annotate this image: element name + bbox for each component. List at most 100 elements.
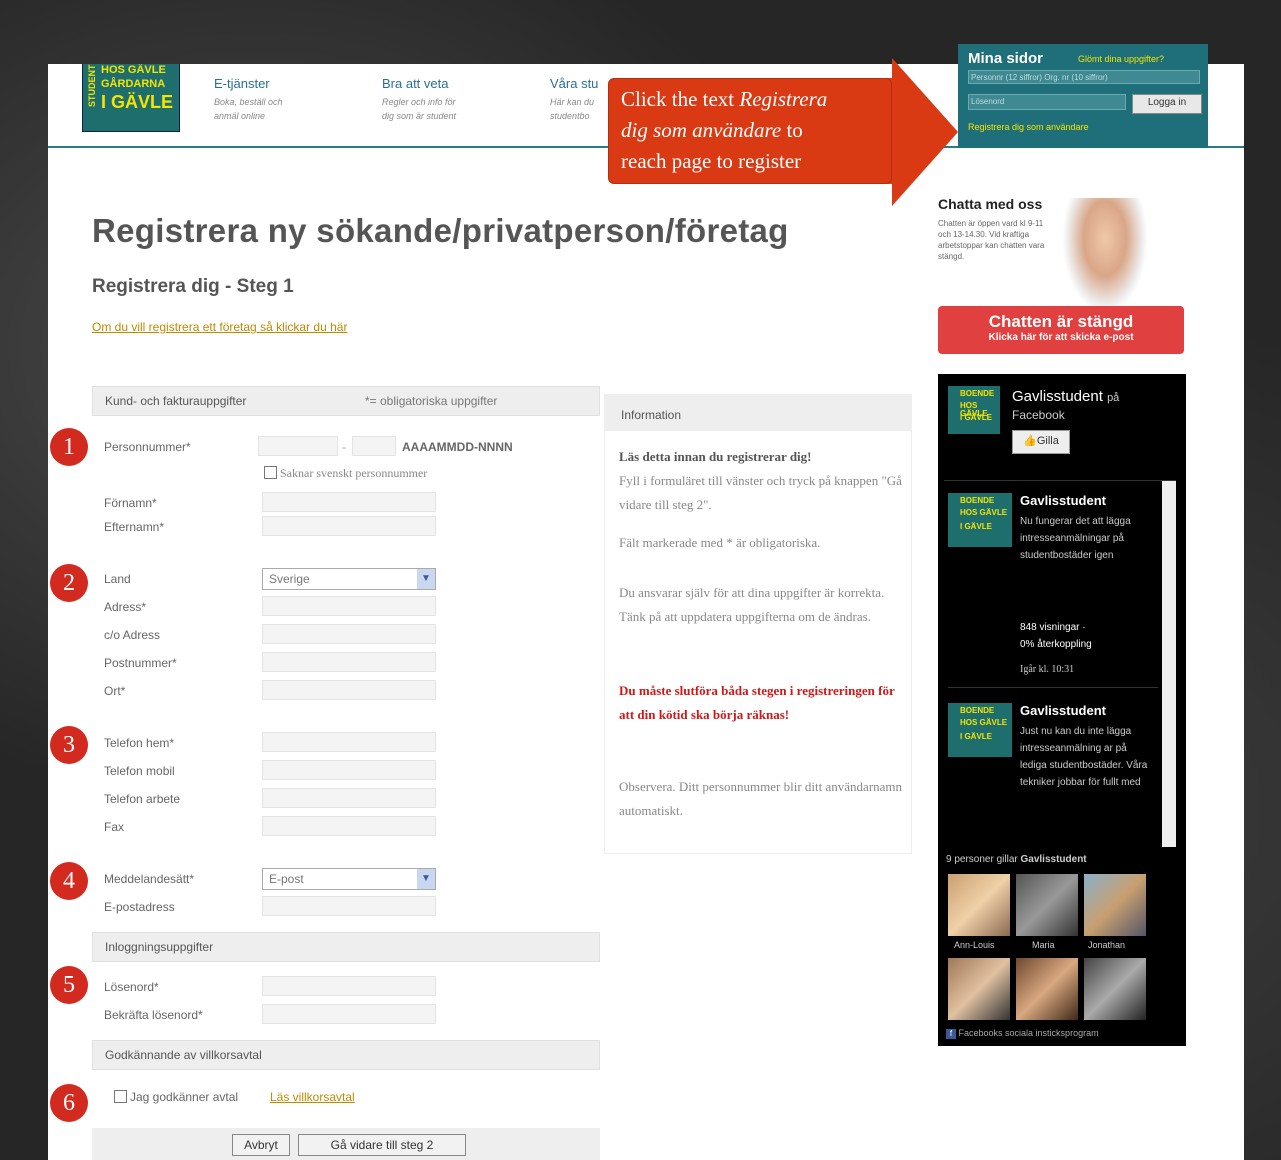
section-terms: Godkännande av villkorsavtal — [92, 1040, 600, 1070]
password-input[interactable]: Lösenord — [968, 94, 1126, 110]
terms-link[interactable]: Läs villkorsavtal — [270, 1090, 355, 1104]
losenord-input[interactable] — [262, 976, 436, 996]
fb-facebook-label: Facebook — [1012, 408, 1065, 422]
info-warning: Du måste slutföra båda stegen i registre… — [619, 683, 895, 722]
fb-page-name-text: Gavlisstudent — [1012, 388, 1103, 405]
info-header-label: Information — [621, 408, 682, 422]
student-boende-logo[interactable]: STUDENT BOENDE HOS GÄVLE GÅRDARNA I GÄVL… — [82, 64, 180, 132]
fax-input[interactable] — [262, 816, 436, 836]
fb-fan-photo[interactable] — [948, 874, 1010, 936]
step-marker: 2 — [50, 564, 88, 602]
fb-feed[interactable]: BOENDE HOS GÄVLE I GÄVLE Gavlisstudent N… — [944, 480, 1176, 847]
postnummer-input[interactable] — [262, 652, 436, 672]
logo-line: I GÄVLE — [960, 413, 993, 422]
section-title: Inloggningsuppgifter — [105, 940, 214, 954]
fornamn-label: Förnamn* — [104, 496, 157, 510]
telefon-mobil-label: Telefon mobil — [104, 764, 175, 778]
fb-likes-text: 9 personer gillar — [946, 854, 1018, 865]
dash: - — [342, 440, 346, 454]
facebook-widget: BOENDE HOS GÄVLE I GÄVLE Gavlisstudent p… — [938, 374, 1186, 1046]
fb-page-name[interactable]: Gavlisstudent på — [1012, 388, 1119, 405]
chevron-down-icon[interactable]: ▼ — [417, 569, 435, 589]
telefon-arbete-input[interactable] — [262, 788, 436, 808]
meddelandesatt-label: Meddelandesätt* — [104, 872, 195, 886]
ort-input[interactable] — [262, 680, 436, 700]
fb-post: BOENDE HOS GÄVLE I GÄVLE Gavlisstudent J… — [948, 703, 1158, 847]
fb-feed-scrollbar[interactable] — [1162, 481, 1176, 847]
epost-label: E-postadress — [104, 900, 175, 914]
section-login: Inloggningsuppgifter — [92, 932, 600, 962]
cancel-button[interactable]: Avbryt — [232, 1134, 290, 1156]
fb-plugin-footer[interactable]: f Facebooks sociala insticksprogram — [946, 1028, 1099, 1039]
bekrafta-losenord-input[interactable] — [262, 1004, 436, 1024]
step-marker: 1 — [50, 428, 88, 466]
nav-e-tjanster[interactable]: E-tjänster Boka, beställ och anmäl onlin… — [214, 76, 283, 123]
adress-input[interactable] — [262, 596, 436, 616]
telefon-hem-label: Telefon hem* — [104, 736, 175, 750]
fb-fan-name[interactable]: Ann-Louis — [954, 940, 995, 950]
fb-fan-photo[interactable] — [1084, 958, 1146, 1020]
forgot-link[interactable]: Glömt dina uppgifter? — [1078, 54, 1164, 64]
personnummer-date-input[interactable] — [258, 436, 338, 456]
fb-fan-photo[interactable] — [1016, 958, 1078, 1020]
fb-fan-photo[interactable] — [948, 958, 1010, 1020]
info-p3: Du ansvarar själv för att dina uppgifter… — [619, 585, 885, 624]
postnummer-label: Postnummer* — [104, 656, 177, 670]
page-subtitle: Registrera dig - Steg 1 — [92, 276, 294, 297]
adress-label: Adress* — [104, 600, 147, 614]
chat-closed-button[interactable]: Chatten är stängd Klicka här för att ski… — [938, 306, 1184, 354]
telefon-hem-input[interactable] — [262, 732, 436, 752]
fb-like-label: Gilla — [1036, 435, 1059, 447]
nav-bra-att-veta[interactable]: Bra att veta Regler och info för dig som… — [382, 76, 456, 123]
personnummer-label: Personnummer* — [104, 440, 191, 454]
nav-title: Våra stu — [550, 76, 599, 91]
login-button[interactable]: Logga in — [1132, 94, 1202, 114]
info-p4: Observera. Ditt personnummer blir ditt a… — [619, 779, 903, 818]
personnummer-suffix-input[interactable] — [352, 436, 396, 456]
no-swedish-pn-checkbox[interactable] — [264, 466, 277, 479]
callout-italic: dig som användare — [621, 118, 782, 142]
epost-input[interactable] — [262, 896, 436, 916]
co-adress-input[interactable] — [262, 624, 436, 644]
efternamn-input[interactable] — [262, 516, 436, 536]
nav-desc: anmäl online — [214, 111, 266, 121]
fb-fan-name[interactable]: Jonathan — [1088, 940, 1125, 950]
fornamn-input[interactable] — [262, 492, 436, 512]
losenord-label: Lösenord* — [104, 980, 159, 994]
logo-line-3: GÅRDARNA — [101, 78, 166, 90]
fb-post-text: Nu fungerar det att lägga intresseanmäln… — [1020, 516, 1131, 561]
info-p2: Fält markerade med * är obligatoriska. — [619, 535, 821, 550]
fb-plugin-label: Facebooks sociala insticksprogram — [958, 1028, 1099, 1038]
logo-line: BOENDE — [960, 389, 995, 398]
section-title: Kund- och fakturauppgifter — [105, 394, 247, 408]
telefon-mobil-input[interactable] — [262, 760, 436, 780]
accept-terms-checkbox[interactable] — [114, 1090, 127, 1103]
logo-line: I GÄVLE — [960, 522, 993, 531]
meddelandesatt-value: E-post — [269, 872, 304, 886]
logo-line: HOS GÄVLE — [960, 508, 1008, 517]
fb-like-button[interactable]: 👍Gilla — [1012, 430, 1070, 454]
nav-vara-studentbostader[interactable]: Våra stu Här kan du studentbo — [550, 76, 598, 123]
chevron-down-icon[interactable]: ▼ — [417, 869, 435, 889]
fb-page-logo[interactable]: BOENDE HOS GÄVLE I GÄVLE — [948, 386, 1000, 434]
fb-post-name[interactable]: Gavlisstudent — [1020, 493, 1106, 508]
register-user-link[interactable]: Registrera dig som användare — [968, 122, 1089, 132]
fb-fan-name[interactable]: Maria — [1032, 940, 1055, 950]
username-input[interactable]: Personnr (12 siffror) Org. nr (10 siffro… — [968, 70, 1200, 84]
instruction-callout: Click the text Registrera dig som använd… — [608, 78, 892, 184]
callout-text: reach page to register — [621, 149, 802, 173]
info-p1: Fyll i formuläret till vänster och tryck… — [619, 473, 902, 512]
fb-fan-photo[interactable] — [1084, 874, 1146, 936]
step-marker: 6 — [50, 1084, 88, 1122]
registration-form: Kund- och fakturauppgifter *= obligatori… — [92, 386, 602, 1160]
next-step-button[interactable]: Gå vidare till steg 2 — [298, 1134, 466, 1156]
register-company-link[interactable]: Om du vill registrera ett företag så kli… — [92, 320, 347, 334]
land-select[interactable]: Sverige ▼ — [262, 568, 436, 590]
fb-fan-photo[interactable] — [1016, 874, 1078, 936]
chat-button-main: Chatten är stängd — [988, 312, 1134, 331]
chat-widget: Chatta med oss Chatten är öppen vard kl … — [938, 194, 1188, 364]
fb-post-name[interactable]: Gavlisstudent — [1020, 703, 1106, 718]
nav-title: E-tjänster — [214, 76, 270, 91]
nav-desc: Boka, beställ och — [214, 97, 283, 107]
meddelandesatt-select[interactable]: E-post ▼ — [262, 868, 436, 890]
